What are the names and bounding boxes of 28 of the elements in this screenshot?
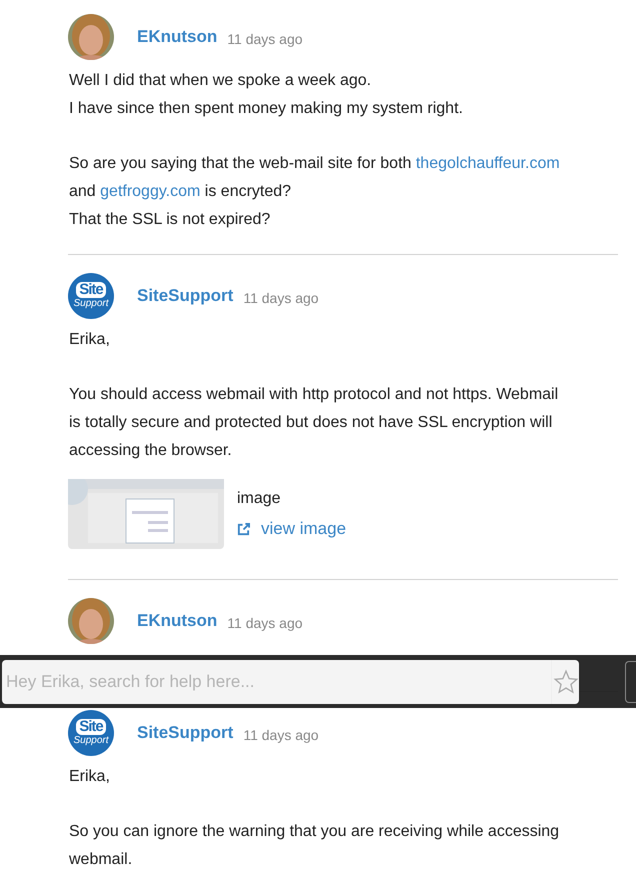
message-text: So are you saying that the web-mail site for both thegolchauffeur.com and getfroggy.com is encryted? That the SSL is not expired? [68,154,561,230]
search-field[interactable]: Hey Erika, search for help here... [2,660,551,704]
logo-subtext: Support [73,735,109,747]
website-link[interactable]: getfroggy.com [100,183,200,200]
logo-subtext: Support [73,298,109,310]
author-link[interactable]: EKnutson [137,27,218,47]
side-button[interactable] [625,660,636,702]
author-link[interactable]: SiteSupport [137,723,234,743]
message-text: So you can ignore the warning that you are receiving while accessing webmail. [68,822,560,870]
author-link[interactable]: EKnutson [137,611,218,631]
logo-text: Site [76,719,106,735]
post-time: 11 days ago [227,30,303,46]
logo-text: Site [76,282,106,298]
star-icon [552,668,578,694]
post-time: 11 days ago [243,726,319,742]
website-link[interactable]: thegolchauffeur.com [416,155,560,172]
message-text: Well I did that when we spoke a week ago. I have since then spent money making my system right. [68,71,464,119]
avatar [68,598,114,644]
view-image-link[interactable]: view image [237,518,346,540]
message-text: Erika, [68,767,111,787]
external-link-icon [237,522,250,536]
post-time: 11 days ago [227,614,303,630]
message-text: You should access webmail with http protocol and not https. Webmail is totally secure and protected but does not have SSL encryption will accessing the browser. [68,385,560,461]
post-time: 11 days ago [243,290,319,306]
message-text: Erika, [68,330,111,350]
attachment-label: image [237,489,282,509]
author-link[interactable]: SiteSupport [137,286,234,306]
avatar [68,14,114,60]
